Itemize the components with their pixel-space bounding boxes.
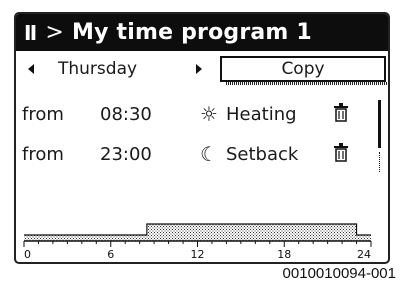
- schedule-row[interactable]: from 23:00 ☾ Setback: [16, 138, 388, 172]
- hour-tick-label: 24: [357, 248, 371, 260]
- setback-band: [24, 235, 147, 241]
- scrollbar[interactable]: [378, 100, 381, 172]
- mode-label[interactable]: Setback: [226, 144, 298, 165]
- setback-band: [356, 235, 371, 241]
- breadcrumb-separator: >: [45, 20, 65, 45]
- mode-label[interactable]: Heating: [226, 104, 297, 125]
- hour-tick-label: 12: [191, 248, 205, 260]
- trash-icon[interactable]: [334, 103, 348, 123]
- hour-tick-label: 18: [277, 248, 291, 260]
- schedule-row[interactable]: from 08:30 ☼ Heating: [16, 98, 388, 132]
- page-title: My time program 1: [72, 20, 312, 45]
- scrollbar-thumb[interactable]: [378, 100, 381, 148]
- heating-band: [146, 224, 357, 241]
- day-name[interactable]: Thursday: [58, 59, 137, 79]
- from-label: from: [22, 144, 64, 165]
- copy-button[interactable]: Copy: [220, 56, 388, 85]
- scrollbar-track: [379, 152, 381, 172]
- title-bar: Ⅱ > My time program 1: [16, 14, 388, 51]
- day-timeline: 0 6 12 18 24: [23, 223, 372, 260]
- controller-display: Ⅱ > My time program 1 Thursday Copy from…: [14, 12, 390, 264]
- trash-icon[interactable]: [334, 143, 348, 163]
- switch-time[interactable]: 23:00: [100, 144, 152, 165]
- switch-time[interactable]: 08:30: [100, 104, 152, 125]
- from-label: from: [22, 104, 64, 125]
- copy-button-label: Copy: [281, 59, 325, 79]
- figure-caption: 0010010094-001: [282, 265, 396, 282]
- menu-icon[interactable]: Ⅱ: [24, 21, 37, 45]
- hour-tick-label: 6: [107, 248, 114, 260]
- moon-icon: ☾: [200, 142, 218, 166]
- sun-icon: ☼: [200, 102, 218, 126]
- day-selector: Thursday Copy: [16, 56, 388, 86]
- arrow-left-icon[interactable]: [28, 64, 34, 74]
- hour-tick-label: 0: [24, 248, 31, 260]
- arrow-right-icon[interactable]: [196, 64, 202, 74]
